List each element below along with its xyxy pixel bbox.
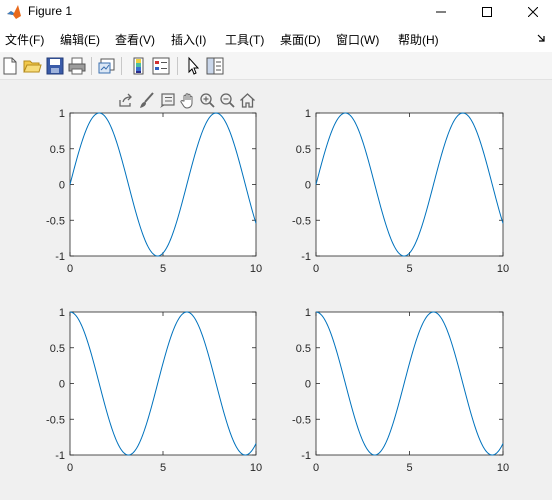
y-tick-label: -1: [301, 251, 311, 263]
axes-box: [69, 311, 257, 456]
subplots-canvas: 10.50-0.5-10 5 1010.50-0.5-10 5 1010.50-0.5-…: [46, 108, 509, 474]
x-tick-label: 5: [160, 263, 166, 275]
y-tick-label: 1: [305, 108, 311, 120]
y-tick-label: 1: [59, 307, 65, 319]
y-tick-label: -0.5: [292, 215, 311, 227]
axes-bottom-left[interactable]: 10.50-0.5-10 5 10: [46, 307, 262, 474]
y-tick-label: -1: [301, 450, 311, 462]
y-tick-label: 0: [305, 379, 311, 391]
y-tick-label: 0: [59, 379, 65, 391]
axes-bottom-right[interactable]: 10.50-0.5-10 5 10: [292, 307, 509, 474]
y-tick-label: 0.5: [50, 343, 65, 355]
axes-box: [69, 112, 257, 257]
x-tick-label: 5: [406, 462, 412, 474]
x-tick-label: 0: [67, 462, 73, 474]
y-tick-label: -1: [55, 251, 65, 263]
y-tick-label: -1: [55, 450, 65, 462]
axes-top-right[interactable]: 10.50-0.5-10 5 10: [292, 108, 509, 275]
x-tick-label: 0: [313, 462, 319, 474]
y-tick-label: 0: [59, 180, 65, 192]
y-tick-label: -0.5: [46, 215, 65, 227]
x-tick-label: 0: [67, 263, 73, 275]
axes-box: [315, 112, 504, 257]
x-tick-label: 0: [313, 263, 319, 275]
y-tick-label: 1: [59, 108, 65, 120]
x-tick-label: 5: [160, 462, 166, 474]
x-tick-label: 10: [497, 462, 509, 474]
y-tick-label: 1: [305, 307, 311, 319]
x-tick-label: 5: [406, 263, 412, 275]
axes-top-left[interactable]: 10.50-0.5-10 5 10: [46, 108, 262, 275]
x-tick-label: 10: [250, 263, 262, 275]
y-tick-label: 0.5: [296, 144, 311, 156]
x-tick-label: 10: [497, 263, 509, 275]
axes-box: [315, 311, 504, 456]
y-tick-label: 0.5: [296, 343, 311, 355]
y-tick-label: -0.5: [292, 414, 311, 426]
y-tick-label: 0: [305, 180, 311, 192]
x-tick-label: 10: [250, 462, 262, 474]
y-tick-label: 0.5: [50, 144, 65, 156]
y-tick-label: -0.5: [46, 414, 65, 426]
